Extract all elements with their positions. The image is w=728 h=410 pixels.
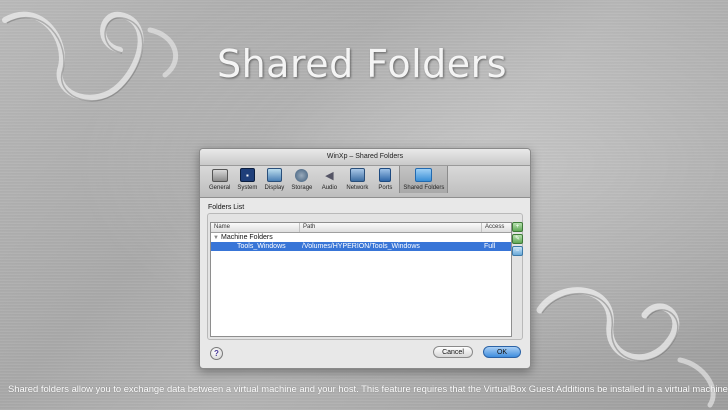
- window-titlebar[interactable]: WinXp – Shared Folders: [200, 149, 530, 166]
- cancel-button[interactable]: Cancel: [433, 346, 473, 358]
- general-icon: [211, 169, 228, 182]
- add-folder-icon[interactable]: +: [512, 222, 523, 232]
- column-header-access[interactable]: Access: [482, 223, 511, 232]
- shared-folders-table[interactable]: Name Path Access ▼ Machine Folders Tools_…: [210, 222, 512, 337]
- folders-list-label: Folders List: [208, 204, 245, 211]
- window-title: WinXp – Shared Folders: [326, 153, 404, 160]
- storage-icon: [295, 169, 309, 182]
- edit-folder-icon[interactable]: ✎: [512, 234, 523, 244]
- tab-network[interactable]: Network: [343, 166, 371, 193]
- machine-folders-group-row[interactable]: ▼ Machine Folders: [211, 233, 511, 242]
- disclosure-triangle-icon[interactable]: ▼: [211, 234, 221, 242]
- table-header: Name Path Access: [211, 223, 511, 233]
- settings-toolbar: General ▪ System Display Storage ◀ Audio…: [200, 166, 530, 198]
- group-row-label: Machine Folders: [221, 234, 273, 241]
- table-row[interactable]: Tools_Windows /Volumes/HYPERION/Tools_Wi…: [211, 242, 511, 251]
- slide-title: Shared Folders: [216, 42, 508, 86]
- folder-action-buttons: + ✎ −: [512, 222, 523, 256]
- column-header-name[interactable]: Name: [211, 223, 300, 232]
- tab-shared-folders[interactable]: Shared Folders: [399, 166, 449, 193]
- column-header-path[interactable]: Path: [300, 223, 482, 232]
- system-icon: ▪: [239, 168, 255, 182]
- display-icon: [266, 168, 282, 182]
- row-name: Tools_Windows: [237, 243, 286, 250]
- shared-folders-dialog: WinXp – Shared Folders General ▪ System …: [199, 148, 531, 369]
- tab-display[interactable]: Display: [261, 166, 287, 193]
- folders-list-group: Name Path Access ▼ Machine Folders Tools_…: [207, 213, 523, 340]
- audio-icon: ◀: [325, 170, 334, 182]
- remove-folder-icon[interactable]: −: [512, 246, 523, 256]
- tab-ports[interactable]: Ports: [372, 166, 398, 193]
- slide-caption: Shared folders allow you to exchange dat…: [8, 383, 728, 394]
- tab-storage[interactable]: Storage: [288, 166, 315, 193]
- tab-general[interactable]: General: [206, 166, 233, 193]
- tab-system[interactable]: ▪ System: [234, 166, 260, 193]
- ok-button[interactable]: OK: [483, 346, 521, 358]
- shared-folders-icon: [415, 168, 433, 182]
- ports-icon: [379, 168, 392, 182]
- tab-audio[interactable]: ◀ Audio: [316, 166, 342, 193]
- network-icon: [349, 168, 365, 182]
- help-button[interactable]: ?: [210, 347, 223, 360]
- row-access: Full: [484, 243, 496, 250]
- row-path: /Volumes/HYPERION/Tools_Windows: [302, 243, 420, 250]
